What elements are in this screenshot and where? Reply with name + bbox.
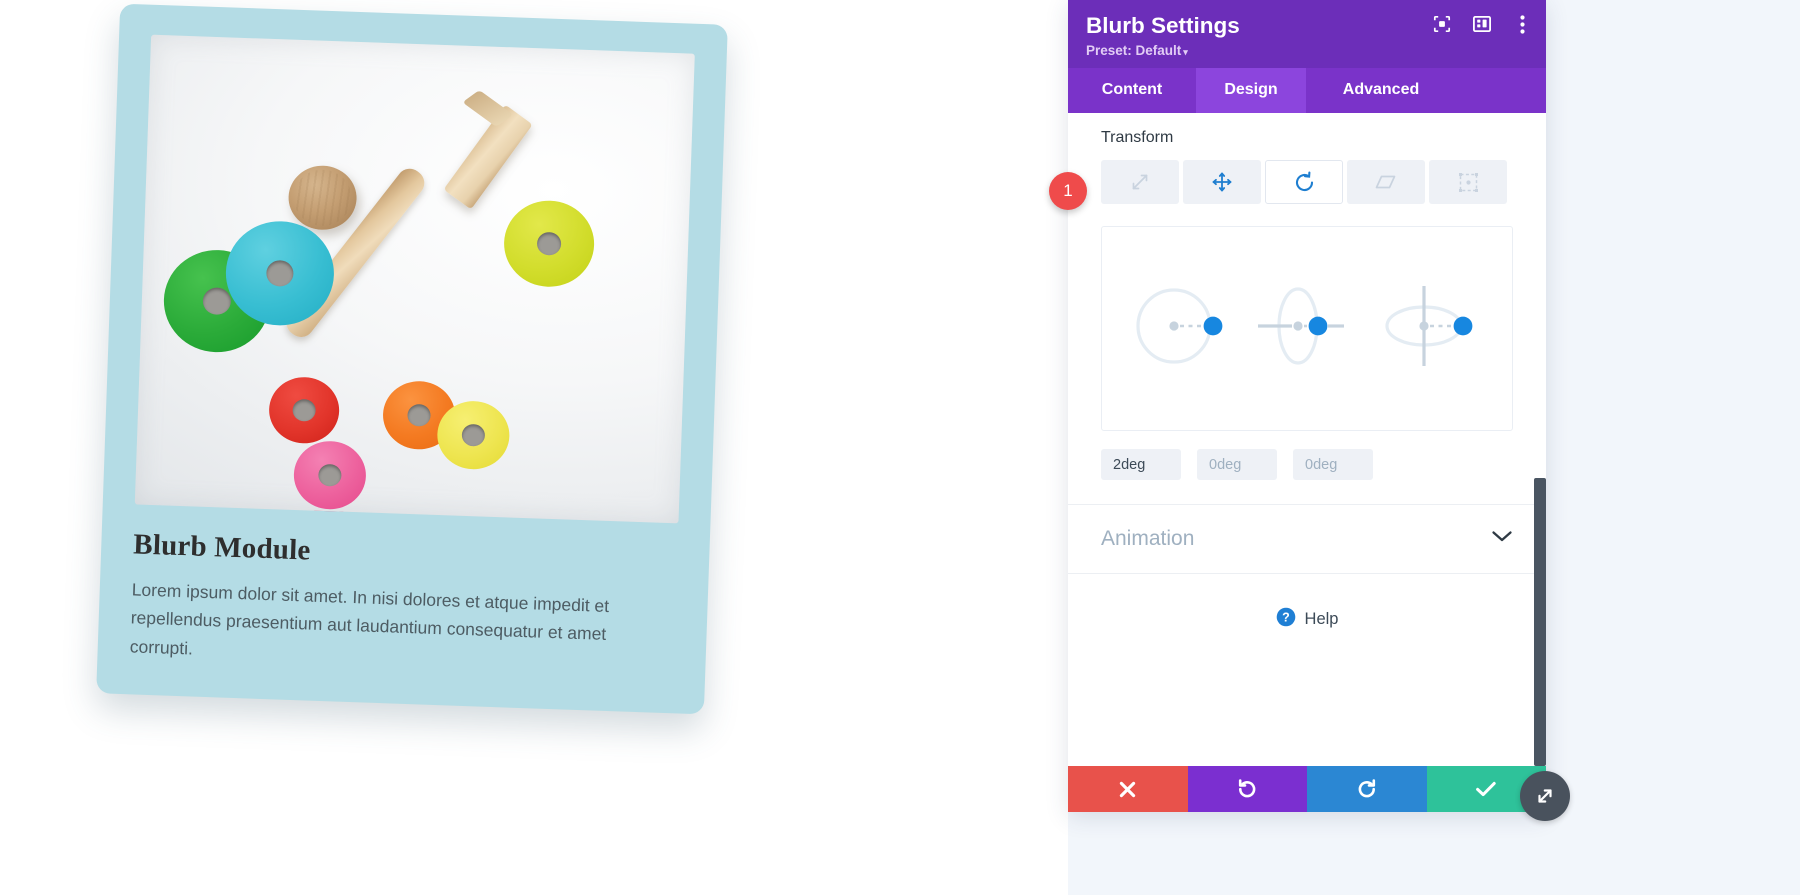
undo-button[interactable] — [1187, 766, 1307, 812]
help-icon: ? — [1276, 607, 1296, 632]
blurb-module-title: Blurb Module — [132, 528, 312, 567]
pink-ring — [292, 439, 373, 519]
panel-header: Blurb Settings Preset: Default ▾ — [1068, 0, 1546, 69]
screenshot-root: Blurb Module Lorem ipsum dolor sit amet.… — [0, 0, 1800, 895]
rotate-control-canvas — [1101, 226, 1513, 432]
rotate-z-dial[interactable] — [1122, 267, 1240, 390]
blurb-module-card[interactable]: Blurb Module Lorem ipsum dolor sit amet.… — [96, 3, 728, 715]
focus-icon[interactable] — [1432, 14, 1452, 34]
panel-action-bar — [1068, 766, 1546, 812]
panel-header-icons — [1432, 14, 1532, 34]
wooden-ball — [287, 164, 358, 231]
step-badge-1: 1 — [1049, 172, 1087, 210]
panel-resize-handle[interactable] — [1520, 771, 1570, 821]
layout-icon[interactable] — [1472, 14, 1492, 34]
origin-tool-button[interactable] — [1429, 160, 1507, 205]
rotate-z-input[interactable]: 2deg — [1101, 449, 1181, 481]
red-ring — [267, 376, 346, 453]
chevron-down-icon — [1491, 530, 1513, 548]
rotate-y-input[interactable]: 0deg — [1197, 449, 1277, 481]
scale-tool-button[interactable] — [1101, 160, 1179, 205]
rotate-x-input[interactable]: 0deg — [1293, 449, 1373, 481]
panel-scrollbar[interactable] — [1534, 478, 1546, 766]
transform-tool-group — [1101, 160, 1513, 205]
animation-section-label: Animation — [1101, 527, 1195, 551]
translate-tool-button[interactable] — [1183, 160, 1261, 205]
help-button[interactable]: ? Help — [1068, 574, 1546, 632]
redo-button[interactable] — [1307, 766, 1427, 812]
skew-tool-button[interactable] — [1347, 160, 1425, 205]
blurb-module-image — [134, 34, 695, 524]
rotate-tool-button[interactable] — [1265, 160, 1343, 205]
rotate-x-dial[interactable] — [1374, 267, 1492, 390]
rotate-y-dial[interactable] — [1248, 267, 1366, 390]
chevron-down-icon: ▾ — [1183, 47, 1188, 58]
help-label: Help — [1304, 610, 1339, 629]
blurb-settings-panel: Blurb Settings Preset: Default ▾ Content… — [1068, 0, 1546, 812]
svg-text:?: ? — [1282, 611, 1290, 625]
animation-section-toggle[interactable]: Animation — [1068, 505, 1546, 573]
rotate-degree-inputs: 2deg 0deg 0deg — [1101, 449, 1513, 481]
preset-label: Preset: Default — [1086, 43, 1182, 59]
tab-content[interactable]: Content — [1068, 68, 1196, 113]
lime-ring — [502, 199, 603, 299]
tab-advanced[interactable]: Advanced — [1306, 68, 1456, 113]
yellow-ring — [436, 399, 516, 479]
blurb-module-description: Lorem ipsum dolor sit amet. In nisi dolo… — [129, 579, 610, 659]
panel-tabs: Content Design Advanced — [1068, 68, 1546, 114]
page-preview-canvas: Blurb Module Lorem ipsum dolor sit amet.… — [0, 0, 1068, 895]
transform-section: Transform — [1068, 113, 1546, 205]
tab-design[interactable]: Design — [1196, 68, 1306, 114]
cancel-button[interactable] — [1068, 766, 1188, 812]
transform-section-label: Transform — [1101, 129, 1174, 147]
more-options-icon[interactable] — [1512, 14, 1532, 34]
panel-body: Transform 2deg 0deg 0deg Animation ? Hel… — [1068, 113, 1546, 766]
preset-selector[interactable]: Preset: Default ▾ — [1086, 43, 1528, 58]
